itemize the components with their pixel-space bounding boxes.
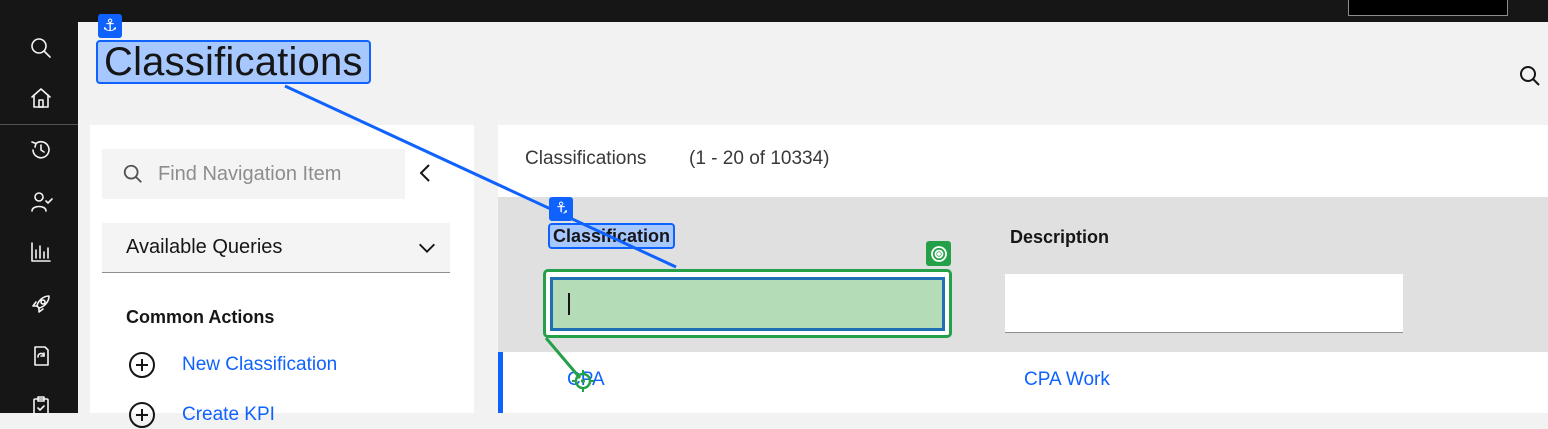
create-kpi-link[interactable]: Create KPI xyxy=(182,404,275,426)
table-cell-classification[interactable]: CPA xyxy=(567,369,605,391)
available-queries-label: Available Queries xyxy=(126,236,283,258)
side-navigation xyxy=(0,22,78,417)
table-cell-description[interactable]: CPA Work xyxy=(1024,369,1110,391)
history-icon[interactable] xyxy=(27,136,55,164)
search-icon[interactable] xyxy=(27,34,55,62)
bar-chart-icon[interactable] xyxy=(27,238,55,266)
profile-box[interactable] xyxy=(1348,0,1508,16)
rocket-icon[interactable] xyxy=(27,290,55,318)
column-header-classification[interactable]: Classification xyxy=(553,226,670,247)
search-icon[interactable] xyxy=(1518,64,1544,90)
collapse-panel-button[interactable] xyxy=(415,161,439,189)
selected-row-indicator xyxy=(498,352,503,413)
find-navigation-input[interactable] xyxy=(156,161,390,187)
search-icon xyxy=(123,164,142,183)
common-actions-heading: Common Actions xyxy=(126,307,275,327)
classification-filter-input[interactable] xyxy=(550,277,945,331)
column-header-description[interactable]: Description xyxy=(1010,227,1109,248)
target-icon xyxy=(926,241,951,266)
anchor-icon: ⚓ xyxy=(549,197,573,221)
table-title: Classifications xyxy=(525,148,647,169)
new-classification-link[interactable]: New Classification xyxy=(182,354,337,376)
column-header-classification-highlight[interactable]: Classification xyxy=(548,223,676,249)
chevron-down-icon xyxy=(419,243,435,253)
chevron-left-icon xyxy=(419,164,430,182)
add-circle-icon xyxy=(129,402,155,428)
clipboard-icon[interactable] xyxy=(27,392,55,420)
create-kpi-action[interactable]: Create KPI xyxy=(128,401,275,429)
navigation-panel: Available Queries Common Actions New Cla… xyxy=(90,125,474,428)
text-cursor xyxy=(568,293,570,315)
description-filter-input[interactable] xyxy=(1005,274,1403,333)
table-header: ⚓ Classification Description xyxy=(498,197,1548,352)
find-navigation-field[interactable] xyxy=(102,149,405,199)
classifications-table-panel: Classifications (1 - 20 of 10334) ⚓ Clas… xyxy=(498,125,1548,413)
page-title: Classifications xyxy=(104,40,363,84)
home-icon[interactable] xyxy=(27,84,55,112)
add-circle-icon xyxy=(129,352,155,378)
top-bar xyxy=(0,0,1548,22)
anchor-icon: ⚓ xyxy=(98,14,122,38)
new-classification-action[interactable]: New Classification xyxy=(128,351,337,379)
classification-filter-target xyxy=(543,269,952,338)
record-count: (1 - 20 of 10334) xyxy=(689,148,830,169)
nav-divider xyxy=(0,124,78,125)
document-refresh-icon[interactable] xyxy=(27,342,55,370)
available-queries-dropdown[interactable]: Available Queries xyxy=(102,223,450,273)
user-check-icon[interactable] xyxy=(27,188,55,216)
page-title-highlight: Classifications xyxy=(96,40,371,84)
